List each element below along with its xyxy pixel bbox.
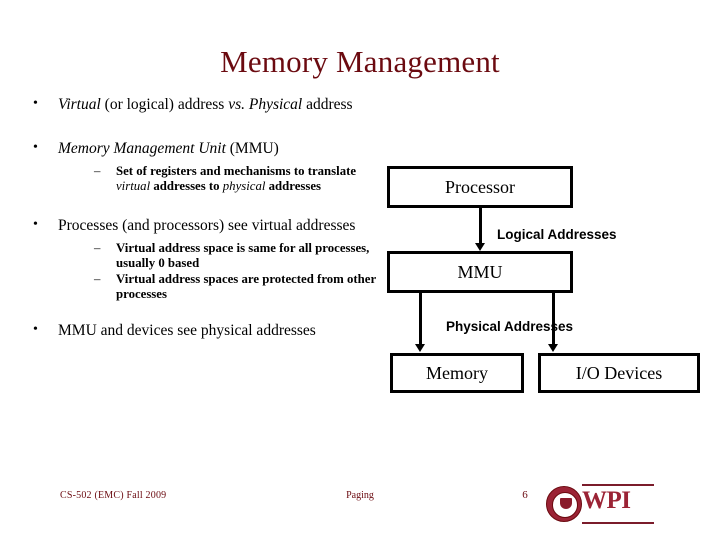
bullet-item: • Memory Management Unit (MMU) – Set of … [26,140,378,194]
wpi-shield-icon [560,498,572,509]
sub-bullet-item: – Virtual address spaces are protected f… [94,272,378,302]
bullet-marker: • [33,322,38,338]
sub-bullet-list: – Set of registers and mechanisms to tra… [58,164,378,194]
sub-bullet-list: – Virtual address space is same for all … [58,241,378,301]
bullet-text: Processes (and processors) see virtual a… [58,216,356,234]
sub-bullet-text: Set of registers and mechanisms to trans… [116,164,356,193]
wpi-seal-inner [552,492,578,518]
sub-bullet-marker: – [94,164,101,179]
diagram-box-mmu: MMU [387,251,573,293]
bullet-text-segment: vs. [228,96,245,113]
sub-bullet-text-segment: addresses [265,179,322,194]
diagram-box-memory: Memory [390,353,524,393]
sub-bullet-marker: – [94,271,101,286]
logo-rule-bottom [582,522,654,524]
sub-bullet-text-segment: addresses to [150,179,223,194]
arrow-processor-to-mmu-head [475,243,485,251]
sub-bullet-text-segment: virtual [116,179,151,194]
bullet-item: • MMU and devices see physical addresses [26,322,378,340]
bullet-text-segment: Virtual [58,96,101,113]
bullet-text: Virtual (or logical) address vs. Physica… [58,96,353,113]
bullet-item: • Virtual (or logical) address vs. Physi… [26,96,378,114]
bullet-text-segment: (MMU) [225,140,279,158]
sub-bullet-text: Virtual address spaces are protected fro… [116,271,376,301]
diagram-box-processor: Processor [387,166,573,208]
arrow-mmu-to-io-head [548,344,558,352]
wpi-seal-icon [546,486,582,522]
diagram-label-physical-addresses: Physical Addresses [446,319,574,334]
wpi-wordmark: WPI [582,487,631,514]
logo-rule-top [582,484,654,486]
sub-bullet-item: – Virtual address space is same for all … [94,241,378,271]
architecture-diagram: Processor Logical Addresses MMU Physical… [380,160,710,400]
diagram-box-io-devices: I/O Devices [538,353,700,393]
arrow-processor-to-mmu-line [479,208,482,244]
sub-bullet-text-segment: Set of registers and mechanisms to trans… [116,164,357,179]
bullet-marker: • [33,216,38,232]
sub-bullet-text-segment: physical [222,179,266,194]
diagram-label-logical-addresses: Logical Addresses [497,227,617,242]
bullet-marker: • [33,96,38,111]
bullet-list: • Virtual (or logical) address vs. Physi… [26,96,378,341]
footer-page-number: 6 [522,489,528,501]
sub-bullet-text: Virtual address space is same for all pr… [116,241,370,270]
page-title: Memory Management [220,44,500,79]
bullet-text: MMU and devices see physical addresses [58,322,316,340]
bullet-text-segment: Physical [248,96,303,113]
bullet-text: Memory Management Unit (MMU) [58,140,279,157]
bullet-text-segment: (or logical) address [100,96,229,113]
bullet-text-segment: Memory Management Unit [58,140,226,158]
bullet-item: • Processes (and processors) see virtual… [26,217,378,302]
arrow-mmu-to-memory-line [419,293,422,345]
bullet-text-segment: address [302,96,353,113]
sub-bullet-marker: – [94,241,101,256]
arrow-mmu-to-memory-head [415,344,425,352]
bullet-marker: • [33,140,38,156]
wpi-logo: WPI [546,482,654,526]
slide: Memory Management • Virtual (or logical)… [0,0,720,540]
sub-bullet-item: – Set of registers and mechanisms to tra… [94,164,378,194]
